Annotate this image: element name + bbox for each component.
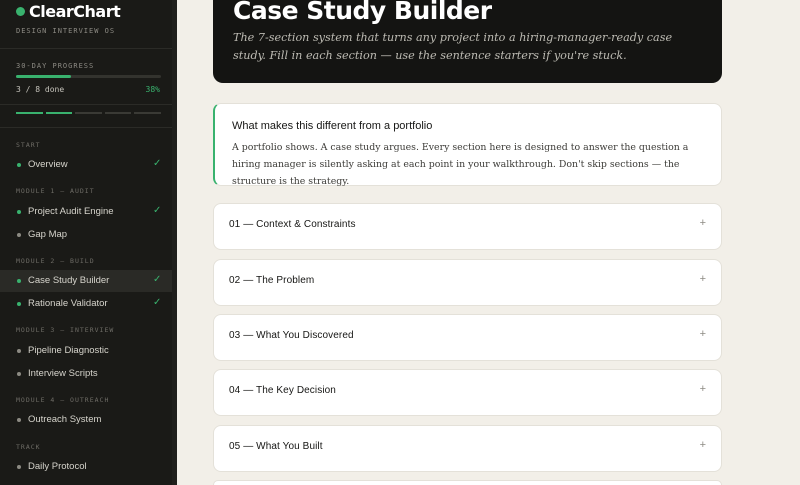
divider xyxy=(0,104,177,105)
segment-complete xyxy=(16,112,43,114)
sidebar-item-case-study-builder[interactable]: Case Study Builder ✓ xyxy=(0,270,173,292)
check-icon: ✓ xyxy=(153,158,162,169)
progress-label: 30-DAY PROGRESS xyxy=(16,62,95,70)
bullet-icon xyxy=(17,465,21,469)
sidebar-item-label: Project Audit Engine xyxy=(28,206,114,217)
page-description: The 7-section system that turns any proj… xyxy=(233,31,673,62)
sidebar-item-project-audit-engine[interactable]: Project Audit Engine ✓ xyxy=(0,201,173,223)
accordion-section-next[interactable] xyxy=(213,480,722,485)
accordion-title: 04 — The Key Decision xyxy=(229,385,336,396)
callout-title: What makes this different from a portfol… xyxy=(232,120,433,132)
page-title: Case Study Builder xyxy=(233,0,492,25)
segment-complete xyxy=(45,112,73,114)
brand-name: ClearChart xyxy=(29,2,121,21)
brand-subtitle: DESIGN INTERVIEW OS xyxy=(16,27,116,35)
accordion-section-problem[interactable]: 02 — The Problem + xyxy=(213,259,722,306)
bullet-icon xyxy=(17,418,21,422)
section-label-module-3: MODULE 3 — INTERVIEW xyxy=(16,326,115,334)
brand-dot-icon xyxy=(16,7,25,16)
accordion-section-what-you-built[interactable]: 05 — What You Built + xyxy=(213,425,722,472)
accordion-title: 03 — What You Discovered xyxy=(229,330,354,341)
expand-plus-icon[interactable]: + xyxy=(700,217,706,229)
expand-plus-icon[interactable]: + xyxy=(700,273,706,285)
bullet-icon xyxy=(17,233,21,237)
sidebar-item-label: Outreach System xyxy=(28,414,102,425)
info-callout: What makes this different from a portfol… xyxy=(213,103,722,187)
bullet-icon xyxy=(17,372,21,376)
accordion-title: 02 — The Problem xyxy=(229,275,315,286)
progress-percent: 38% xyxy=(145,85,160,94)
segment-incomplete xyxy=(75,112,102,114)
sidebar-item-label: Pipeline Diagnostic xyxy=(28,345,109,356)
progress-bar-fill xyxy=(16,75,72,78)
accordion-section-context[interactable]: 01 — Context & Constraints + xyxy=(213,203,722,250)
section-label-module-1: MODULE 1 — AUDIT xyxy=(16,187,95,195)
accordion-section-discovered[interactable]: 03 — What You Discovered + xyxy=(213,314,722,361)
page-header: Case Study Builder The 7-section system … xyxy=(213,0,722,83)
sidebar-item-label: Case Study Builder xyxy=(28,275,110,286)
bullet-icon xyxy=(17,279,21,283)
sidebar-item-label: Overview xyxy=(28,159,68,170)
module-progress-segments xyxy=(16,112,161,114)
segment-incomplete xyxy=(104,112,132,114)
expand-plus-icon[interactable]: + xyxy=(700,439,706,451)
check-icon: ✓ xyxy=(153,205,162,216)
progress-bar xyxy=(16,75,161,78)
section-label-module-4: MODULE 4 — OUTREACH xyxy=(16,396,110,404)
section-label-track: TRACK xyxy=(16,443,41,451)
bullet-icon xyxy=(17,210,21,214)
sidebar-item-daily-protocol[interactable]: Daily Protocol xyxy=(0,456,173,478)
sidebar-item-gap-map[interactable]: Gap Map xyxy=(0,224,173,246)
sidebar: ClearChart DESIGN INTERVIEW OS 30-DAY PR… xyxy=(0,0,177,485)
accordion-title: 01 — Context & Constraints xyxy=(229,219,356,230)
progress-count: 3 / 8 done xyxy=(16,85,65,94)
sidebar-item-label: Gap Map xyxy=(28,229,68,240)
sidebar-scrollbar[interactable] xyxy=(172,0,177,485)
accordion-title: 05 — What You Built xyxy=(229,441,323,452)
sidebar-item-interview-scripts[interactable]: Interview Scripts xyxy=(0,363,173,385)
divider xyxy=(0,127,177,128)
bullet-icon xyxy=(17,349,21,353)
sidebar-item-overview[interactable]: Overview ✓ xyxy=(0,154,173,176)
check-icon: ✓ xyxy=(153,297,162,308)
section-label-module-2: MODULE 2 — BUILD xyxy=(16,257,95,265)
segment-incomplete xyxy=(134,112,161,114)
sidebar-item-label: Interview Scripts xyxy=(28,368,98,379)
sidebar-item-label: Daily Protocol xyxy=(28,461,87,472)
sidebar-item-label: Rationale Validator xyxy=(28,298,108,309)
expand-plus-icon[interactable]: + xyxy=(700,328,706,340)
bullet-icon xyxy=(17,302,21,306)
accordion-section-key-decision[interactable]: 04 — The Key Decision + xyxy=(213,369,722,416)
brand-logo[interactable]: ClearChart xyxy=(16,2,121,21)
section-label-start: START xyxy=(16,141,41,149)
check-icon: ✓ xyxy=(153,274,162,285)
bullet-icon xyxy=(17,163,21,167)
divider xyxy=(0,48,177,49)
sidebar-item-rationale-validator[interactable]: Rationale Validator ✓ xyxy=(0,293,173,315)
callout-body: A portfolio shows. A case study argues. … xyxy=(232,142,689,187)
sidebar-item-pipeline-diagnostic[interactable]: Pipeline Diagnostic xyxy=(0,340,173,362)
sidebar-item-outreach-system[interactable]: Outreach System xyxy=(0,409,173,431)
expand-plus-icon[interactable]: + xyxy=(700,383,706,395)
